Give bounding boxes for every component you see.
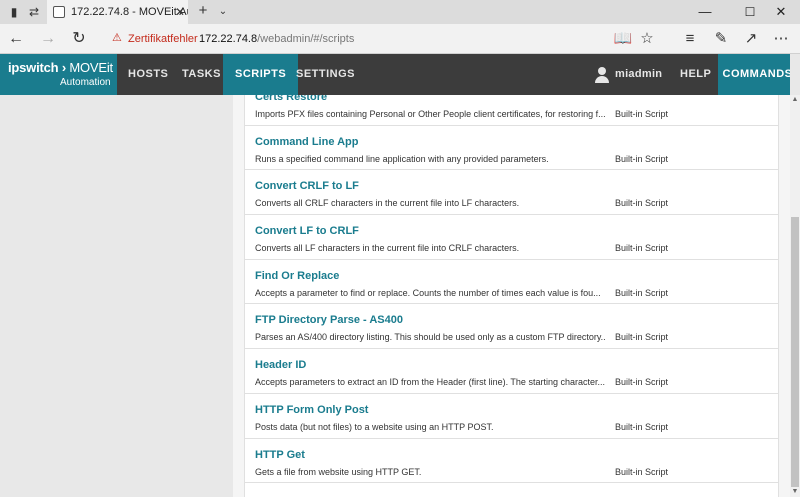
- web-note-icon[interactable]: ✎: [711, 30, 731, 48]
- script-description: Converts all CRLF characters in the curr…: [255, 198, 520, 209]
- script-row[interactable]: Convert LF to CRLF Converts all LF charac…: [245, 215, 778, 260]
- reading-view-icon[interactable]: 📖: [613, 30, 633, 48]
- browser-tab-bar: ▮ ⇄ 172.22.74.8 - MOVEit Au ✕ + ⌄ — ☐ ✕: [0, 0, 800, 24]
- user-name[interactable]: miadmin: [615, 54, 662, 95]
- scroll-thumb[interactable]: [791, 217, 799, 487]
- tab-preview-icon[interactable]: ▮: [6, 4, 22, 20]
- script-description: Accepts parameters to extract an ID from…: [255, 377, 605, 388]
- tab-list-chevron-icon[interactable]: ⌄: [215, 4, 231, 20]
- refresh-icon[interactable]: ↻: [69, 30, 89, 48]
- nav-settings[interactable]: SETTINGS: [296, 54, 355, 95]
- script-name-link[interactable]: Certs Restore: [255, 95, 327, 103]
- script-name-link[interactable]: Convert LF to CRLF: [255, 225, 359, 237]
- script-type: Built-in Script: [615, 109, 669, 119]
- script-row[interactable]: HTTP Form Only Post Posts data (but not f…: [245, 394, 778, 439]
- script-type: Built-in Script: [615, 153, 669, 164]
- hub-icon[interactable]: ≡: [680, 30, 700, 48]
- tab-title: 172.22.74.8 - MOVEit Au: [71, 6, 188, 18]
- script-name-link[interactable]: Convert CRLF to LF: [255, 180, 359, 192]
- nav-help[interactable]: HELP: [680, 54, 711, 95]
- url-host: 172.22.74.8: [199, 33, 258, 45]
- script-type: Built-in Script: [615, 377, 669, 388]
- certificate-warning-icon[interactable]: ⚠: [112, 32, 124, 45]
- script-name-link[interactable]: HTTP Form Only Post: [255, 404, 368, 416]
- main-content: Certs Restore Imports PFX files containin…: [233, 95, 790, 497]
- script-description: Parses an AS/400 directory listing. This…: [255, 332, 605, 343]
- new-tab-icon[interactable]: +: [195, 3, 211, 19]
- script-description: Posts data (but not files) to a website …: [255, 421, 494, 432]
- script-row[interactable]: HTTP Get Gets a file from website using H…: [245, 439, 778, 484]
- script-row[interactable]: Command Line App Runs a specified command…: [245, 126, 778, 171]
- logo-main: ipswitch › MOVEit: [8, 60, 113, 75]
- scroll-down-icon[interactable]: ▼: [790, 487, 800, 497]
- certificate-error-label[interactable]: Zertifikatfehler: [128, 32, 198, 46]
- favorite-star-icon[interactable]: ☆: [637, 30, 657, 48]
- address-bar-row: ← → ↻ ⚠ Zertifikatfehler 172.22.74.8/web…: [0, 24, 800, 54]
- sidebar: [0, 95, 233, 497]
- page-favicon-icon: [53, 6, 65, 18]
- script-type: Built-in Script: [615, 421, 669, 432]
- nav-scripts[interactable]: SCRIPTS: [223, 54, 299, 95]
- script-list: Certs Restore Imports PFX files containin…: [245, 95, 778, 484]
- script-row[interactable]: Find Or Replace Accepts a parameter to fi…: [245, 260, 778, 305]
- app-header: ipswitch › MOVEit Automation HOSTS TASKS…: [0, 54, 800, 95]
- page-scrollbar[interactable]: ▲ ▼: [790, 95, 800, 497]
- script-description: Imports PFX files containing Personal or…: [255, 109, 605, 119]
- script-type: Built-in Script: [615, 466, 669, 477]
- script-name-link[interactable]: HTTP Get: [255, 449, 305, 461]
- commands-button[interactable]: COMMANDS: [718, 54, 797, 95]
- script-row[interactable]: FTP Directory Parse - AS400 Parses an AS/…: [245, 304, 778, 350]
- forward-icon[interactable]: →: [38, 30, 58, 48]
- url-field[interactable]: 172.22.74.8/webadmin/#/scripts: [199, 32, 354, 46]
- script-type: Built-in Script: [615, 287, 669, 298]
- maximize-icon[interactable]: ☐: [740, 2, 760, 22]
- nav-tasks[interactable]: TASKS: [182, 54, 221, 95]
- script-row[interactable]: Certs Restore Imports PFX files containin…: [245, 95, 778, 126]
- script-type: Built-in Script: [615, 332, 669, 343]
- back-icon[interactable]: ←: [6, 30, 26, 48]
- nav-hosts[interactable]: HOSTS: [128, 54, 168, 95]
- browser-tab[interactable]: 172.22.74.8 - MOVEit Au: [47, 0, 188, 24]
- close-window-icon[interactable]: ✕: [771, 2, 791, 22]
- tab-close-icon[interactable]: ✕: [175, 4, 185, 20]
- more-icon[interactable]: ⋯: [771, 30, 791, 48]
- script-description: Accepts a parameter to find or replace. …: [255, 287, 601, 298]
- script-row[interactable]: Convert CRLF to LF Converts all CRLF char…: [245, 170, 778, 216]
- logo-product: MOVEit: [69, 60, 113, 75]
- script-description: Gets a file from website using HTTP GET.: [255, 466, 422, 477]
- share-icon[interactable]: ↗: [741, 30, 761, 48]
- user-icon[interactable]: [595, 67, 609, 83]
- header-scroll-gap: [790, 54, 800, 95]
- minimize-icon[interactable]: —: [695, 2, 715, 22]
- moveit-logo[interactable]: ipswitch › MOVEit Automation: [0, 54, 117, 95]
- script-row[interactable]: Header ID Accepts parameters to extract a…: [245, 349, 778, 394]
- logo-subtitle: Automation: [60, 77, 111, 88]
- scroll-up-icon[interactable]: ▲: [790, 95, 800, 105]
- url-path: /webadmin/#/scripts: [257, 33, 355, 45]
- logo-brand: ipswitch: [8, 60, 59, 75]
- script-type: Built-in Script: [615, 198, 669, 209]
- script-description: Converts all LF characters in the curren…: [255, 243, 520, 254]
- script-name-link[interactable]: Find Or Replace: [255, 270, 339, 282]
- set-tabs-aside-icon[interactable]: ⇄: [26, 4, 42, 20]
- scripts-panel: Certs Restore Imports PFX files containin…: [244, 95, 779, 497]
- script-type: Built-in Script: [615, 243, 669, 254]
- script-description: Runs a specified command line applicatio…: [255, 153, 549, 164]
- script-name-link[interactable]: Header ID: [255, 359, 306, 371]
- script-name-link[interactable]: FTP Directory Parse - AS400: [255, 314, 403, 326]
- script-name-link[interactable]: Command Line App: [255, 136, 358, 148]
